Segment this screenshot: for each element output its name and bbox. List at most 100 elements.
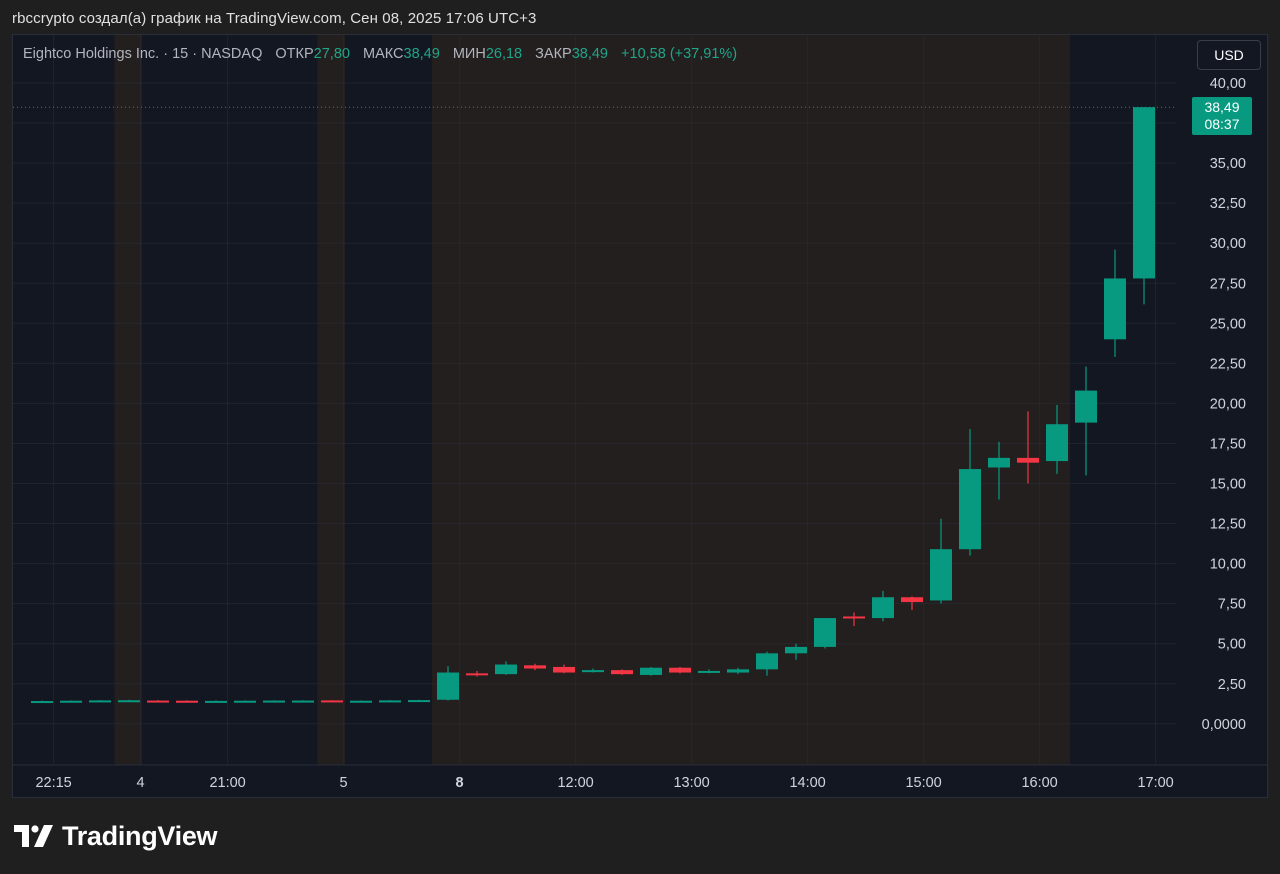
- candle-body-0: [31, 701, 53, 704]
- time-tick-label-4: 8: [456, 775, 464, 791]
- candle-body-36: [1075, 390, 1097, 423]
- last-price-value: 38,49: [1204, 99, 1240, 115]
- price-tick-label-2: 35,00: [1210, 156, 1246, 172]
- time-axis: 22:15 4 21:00 5 8 12:00 13:00 14:00 15:00 16:00 17…: [13, 764, 1267, 791]
- session-backgrounds: [114, 35, 1071, 765]
- candle-body-13: [408, 700, 430, 703]
- candle-body-33: [988, 457, 1010, 468]
- candle-13: [408, 699, 430, 703]
- candle-body-22: [669, 667, 691, 673]
- price-tick-label-0: 40,00: [1210, 76, 1246, 92]
- price-tick-label-14: 5,00: [1218, 637, 1246, 653]
- candle-body-34: [1017, 457, 1039, 463]
- time-tick-label-7: 14:00: [789, 775, 825, 791]
- candle-27: [814, 618, 836, 649]
- candle-body-12: [379, 700, 401, 703]
- brand-name: TradingView: [62, 820, 218, 851]
- snapshot-caption: rbccrypto создал(а) график на TradingVie…: [12, 10, 537, 27]
- time-tick-label-2: 21:00: [209, 775, 245, 791]
- candle-body-35: [1046, 424, 1068, 462]
- candle-20: [611, 669, 633, 675]
- last-price-label: 38,49 08:37: [1192, 97, 1252, 135]
- candle-9: [292, 700, 314, 703]
- candle-body-21: [640, 667, 662, 675]
- candle-body-10: [321, 700, 343, 703]
- candle-body-28: [843, 616, 865, 619]
- candle-body-17: [524, 665, 546, 669]
- close-value: 38,49: [571, 46, 608, 62]
- candle-body-30: [901, 597, 923, 603]
- time-tick-label-8: 15:00: [905, 775, 941, 791]
- candle-22: [669, 666, 691, 674]
- price-tick-label-7: 22,50: [1210, 356, 1246, 372]
- candle-body-26: [785, 646, 807, 654]
- candle-body-2: [89, 700, 111, 703]
- candle-body-5: [176, 700, 198, 703]
- symbol-legend: Eightco Holdings Inc. · 15 · NASDAQ ОТКР…: [23, 46, 737, 62]
- tradingview-logo-icon: [14, 825, 53, 847]
- currency-button[interactable]: USD: [1197, 40, 1261, 70]
- candle-6: [205, 700, 227, 703]
- candle-body-23: [698, 670, 720, 673]
- candle-body-19: [582, 670, 604, 673]
- price-tick-label-4: 30,00: [1210, 236, 1246, 252]
- candlestick-chart[interactable]: 40,00 35,00 32,50 30,00 27,50 25,00 22,50 20,00…: [13, 35, 1267, 797]
- candle-11: [350, 700, 372, 703]
- candle-12: [379, 700, 401, 703]
- candle-body-16: [495, 664, 517, 675]
- price-tick-label-8: 20,00: [1210, 396, 1246, 412]
- candle-body-7: [234, 700, 256, 703]
- tradingview-logo[interactable]: TradingView: [14, 820, 218, 852]
- low-label: МИН: [452, 46, 486, 62]
- candle-0: [31, 700, 53, 704]
- candle-4: [147, 700, 169, 703]
- extended-hours-band-2: [432, 35, 1071, 765]
- time-tick-label-1: 4: [137, 775, 145, 791]
- candle-body-37: [1104, 278, 1126, 340]
- change-value: +10,58 (+37,91%): [621, 46, 738, 62]
- candle-body-4: [147, 700, 169, 703]
- price-axis: 40,00 35,00 32,50 30,00 27,50 25,00 22,50 20,00…: [1202, 76, 1246, 733]
- candle-10: [321, 700, 343, 703]
- price-tick-label-12: 10,00: [1210, 557, 1246, 573]
- candle-body-38: [1133, 107, 1155, 279]
- extended-hours-band-1: [317, 35, 346, 765]
- price-tick-label-9: 17,50: [1210, 436, 1246, 452]
- candle-body-27: [814, 618, 836, 647]
- price-tick-label-15: 2,50: [1218, 677, 1246, 693]
- price-tick-label-5: 27,50: [1210, 276, 1246, 292]
- candle-38: [1133, 107, 1155, 305]
- price-tick-label-10: 15,00: [1210, 477, 1246, 493]
- high-label: МАКС: [362, 46, 404, 62]
- candle-body-32: [959, 469, 981, 550]
- candle-body-3: [118, 700, 140, 703]
- candle-body-29: [872, 597, 894, 619]
- price-tick-label-3: 32,50: [1210, 196, 1246, 212]
- candle-body-25: [756, 653, 778, 670]
- candle-body-15: [466, 673, 488, 676]
- candle-body-9: [292, 700, 314, 703]
- price-tick-label-11: 12,50: [1210, 517, 1246, 533]
- bar-countdown: 08:37: [1204, 116, 1240, 132]
- extended-hours-band-0: [114, 35, 143, 765]
- candle-body-6: [205, 700, 227, 703]
- candle-body-18: [553, 666, 575, 673]
- low-value: 26,18: [485, 46, 523, 62]
- candle-8: [263, 700, 285, 703]
- candle-body-20: [611, 670, 633, 675]
- candle-5: [176, 700, 198, 703]
- time-tick-label-5: 12:00: [557, 775, 593, 791]
- close-label: ЗАКР: [535, 46, 572, 62]
- chart-panel[interactable]: 40,00 35,00 32,50 30,00 27,50 25,00 22,50 20,00…: [12, 34, 1268, 798]
- time-tick-label-6: 13:00: [673, 775, 709, 791]
- price-tick-label-16: 0,0000: [1202, 717, 1246, 733]
- candle-body-11: [350, 700, 372, 703]
- high-value: 38,49: [403, 46, 440, 62]
- time-tick-label-9: 16:00: [1021, 775, 1057, 791]
- time-tick-label-10: 17:00: [1137, 775, 1173, 791]
- price-tick-label-13: 7,50: [1218, 597, 1246, 613]
- candle-7: [234, 700, 256, 703]
- candle-1: [60, 700, 82, 703]
- symbol-title[interactable]: Eightco Holdings Inc. · 15 · NASDAQ: [23, 46, 262, 62]
- candle-37: [1104, 249, 1126, 357]
